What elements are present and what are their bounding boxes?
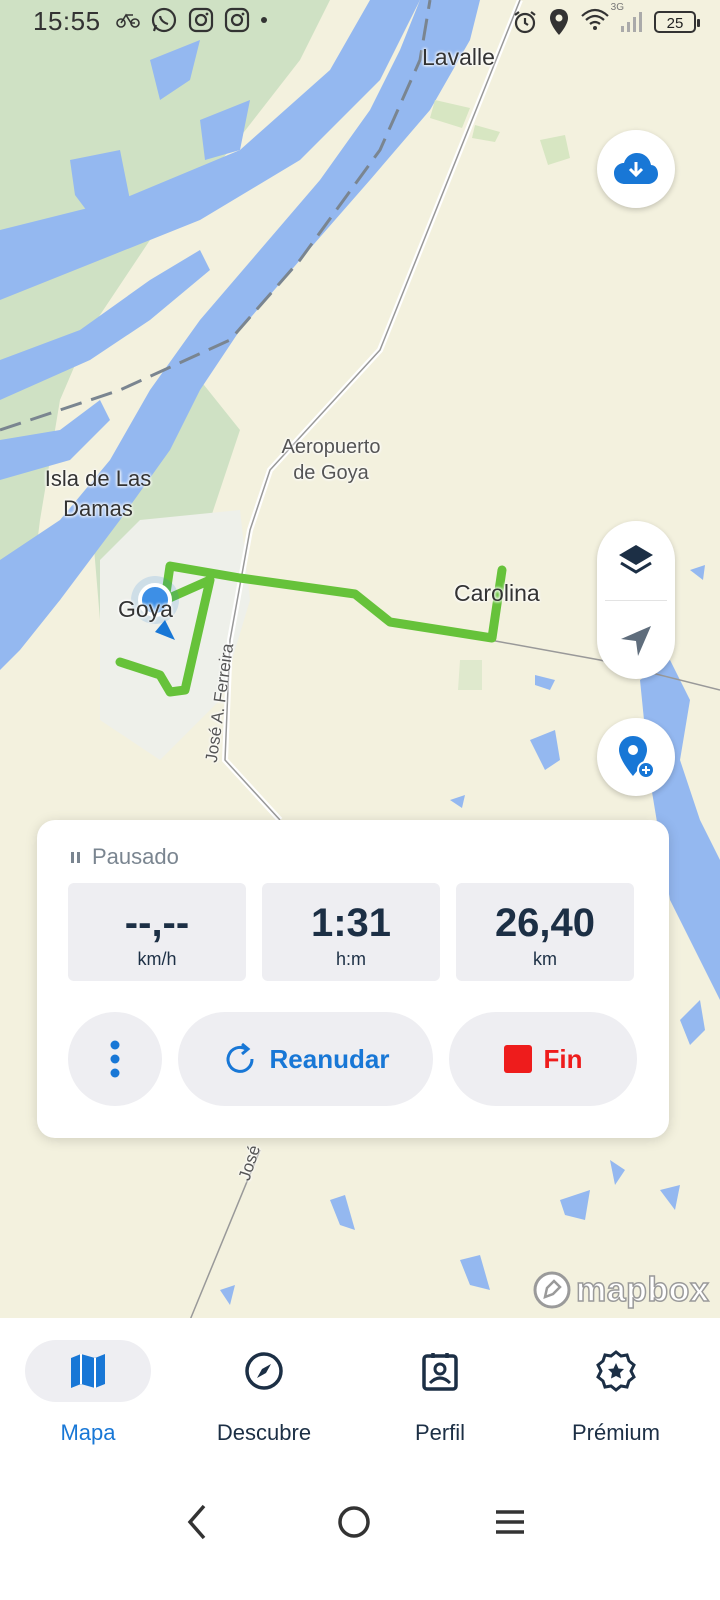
pause-icon [71,851,80,863]
label-goya: Goya [118,596,173,622]
duration-stat: 1:31 h:m [262,883,440,981]
mapbox-wordmark: mapbox [575,1270,710,1310]
more-notifications-icon [261,17,267,23]
navigation-arrow-icon [621,625,651,656]
label-isla-de-las-damas: Isla de Las Damas [44,466,152,521]
label-lavalle: Lavalle [422,44,495,70]
home-icon[interactable] [334,1502,374,1542]
recents-menu-icon[interactable] [492,1502,528,1542]
whatsapp-icon [151,7,177,33]
tracking-status-label: Pausado [92,844,179,869]
duration-unit: h:m [335,949,366,969]
status-time: 15:55 [33,6,101,36]
profile-icon [422,1353,458,1391]
instagram-icon-2 [224,7,250,33]
bicycle-icon [116,13,140,28]
mapbox-logo-icon [533,1271,571,1309]
tab-perfil[interactable]: Perfil [352,1340,528,1446]
tab-descubre[interactable]: Descubre [176,1340,352,1446]
network-type: 3G [610,2,624,13]
tab-premium-label: Prémium [571,1420,660,1445]
back-icon[interactable] [182,1502,212,1542]
map-icon [71,1354,105,1388]
speed-stat: --,-- km/h [68,883,246,981]
stop-icon [503,1045,532,1073]
more-options-button[interactable] [68,1012,162,1106]
distance-stat: 26,40 km [456,883,634,981]
add-place-button[interactable] [597,718,675,796]
tab-premium[interactable]: Prémium [528,1340,704,1446]
status-bar: 15:55 3G 25 [0,0,720,44]
tab-perfil-label: Perfil [414,1420,466,1445]
resume-button[interactable]: Reanudar [178,1012,433,1106]
tab-mapa-label: Mapa [60,1420,116,1445]
wifi-icon [581,8,609,30]
tracking-status: Pausado [71,844,179,870]
tab-mapa[interactable]: Mapa [0,1340,176,1446]
locate-me-button[interactable] [597,601,675,680]
distance-unit: km [533,949,557,969]
premium-badge-icon [596,1350,636,1392]
layers-icon [619,544,653,574]
finish-label: Fin [543,1043,583,1074]
compass-icon [245,1352,283,1390]
tracking-card: Pausado --,-- km/h 1:31 h:m 26,40 km Rea… [37,820,669,1138]
field-4 [458,660,482,690]
signal-icon [621,11,642,32]
offline-download-button[interactable] [597,130,675,208]
system-navigation-bar [0,1502,720,1562]
add-location-icon [619,736,655,779]
finish-button[interactable]: Fin [449,1012,637,1106]
label-aeropuerto: Aeropuerto de Goya [281,436,381,484]
label-carolina: Carolina [454,580,540,606]
alarm-icon [514,10,536,33]
location-status-icon [550,8,568,35]
battery-indicator: 25 [654,10,700,33]
more-vertical-icon [110,1040,120,1078]
cloud-download-icon [614,153,658,184]
refresh-icon [226,1042,254,1073]
resume-label: Reanudar [269,1043,390,1074]
distance-value: 26,40 [494,901,596,945]
bottom-navigation: Mapa Descubre Perfil Prémium [0,1318,720,1600]
speed-unit: km/h [137,949,177,969]
map-controls [597,521,675,679]
duration-value: 1:31 [310,901,392,945]
speed-value: --,-- [124,901,190,945]
mapbox-attribution[interactable]: mapbox [532,1270,710,1310]
tab-descubre-label: Descubre [216,1420,312,1445]
instagram-icon [188,7,214,33]
layers-button[interactable] [597,521,675,600]
